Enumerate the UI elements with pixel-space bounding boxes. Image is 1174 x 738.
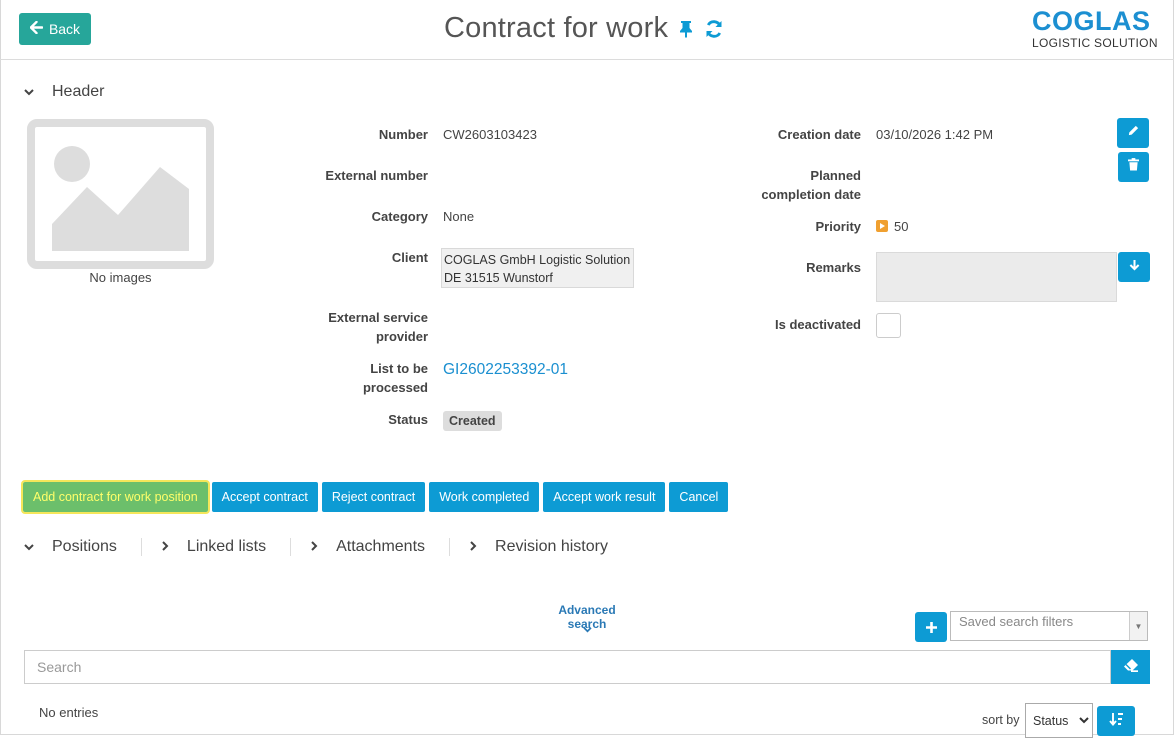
back-button-label: Back (48, 21, 81, 37)
category-value: None (443, 209, 475, 224)
planned-completion-date-label: Planned completion date (730, 166, 861, 204)
add-search-filter-button[interactable] (915, 612, 947, 642)
status-badge: Created (443, 411, 502, 431)
tab-revision-history-label: Revision history (495, 538, 608, 555)
tab-attachments[interactable]: Attachments (290, 538, 449, 556)
tab-linked-lists[interactable]: Linked lists (140, 538, 290, 556)
plus-icon (925, 614, 938, 640)
chevron-down-icon[interactable] (583, 625, 592, 636)
client-line-2: DE 31515 Wunstorf (444, 271, 553, 285)
clear-search-button[interactable] (1111, 650, 1150, 684)
search-input[interactable] (24, 650, 1111, 684)
priority-value: 50 (894, 219, 909, 234)
no-images-text: No images (89, 270, 152, 285)
tab-positions-label: Positions (52, 538, 117, 555)
chevron-right-icon (310, 540, 318, 554)
header-section-toggle[interactable]: Header (24, 83, 104, 101)
tab-attachments-label: Attachments (336, 538, 426, 555)
reject-contract-button[interactable]: Reject contract (321, 482, 426, 512)
creation-date-label: Creation date (777, 127, 861, 142)
image-icon (52, 146, 189, 251)
page-title: Contract for work (444, 12, 669, 44)
is-deactivated-checkbox[interactable] (876, 313, 901, 338)
sort-by-select[interactable]: Status (1025, 703, 1093, 738)
tab-positions[interactable]: Positions (24, 538, 141, 556)
saved-search-filters-placeholder: Saved search filters (959, 614, 1074, 629)
client-line-1: COGLAS GmbH Logistic Solution (444, 253, 631, 267)
esp-label-line-2: provider (375, 329, 428, 344)
section-tabs: Positions Linked lists Attachments Revis… (24, 538, 632, 556)
remarks-field[interactable] (876, 252, 1117, 302)
tab-linked-lists-label: Linked lists (186, 538, 267, 555)
is-deactivated-label: Is deactivated (775, 317, 861, 332)
eraser-icon (1123, 658, 1139, 677)
list-label-line-2: processed (362, 380, 428, 395)
dropdown-arrow-icon: ▼ (1129, 612, 1147, 640)
chevron-down-icon (24, 540, 34, 554)
cancel-button[interactable]: Cancel (669, 482, 729, 512)
planned-label-line-1: Planned (810, 168, 861, 183)
esp-label-line-1: External service (328, 310, 428, 325)
chevron-right-icon (161, 540, 169, 554)
arrow-left-icon (29, 20, 44, 37)
list-to-be-processed-link[interactable]: GI2602253392-01 (443, 361, 568, 379)
client-label: Client (391, 250, 428, 265)
back-button[interactable]: Back (19, 13, 91, 45)
logo-main-text: COGLAS (1032, 6, 1151, 36)
pin-icon[interactable] (678, 20, 694, 38)
remarks-label: Remarks (806, 260, 861, 275)
delete-button[interactable] (1118, 152, 1149, 182)
work-completed-button[interactable]: Work completed (429, 482, 540, 512)
pencil-icon (1127, 124, 1140, 142)
client-address: COGLAS GmbH Logistic Solution DE 31515 W… (441, 248, 634, 288)
list-to-be-processed-label: List to be processed (300, 359, 428, 397)
arrow-down-icon (1129, 258, 1140, 276)
accept-work-result-button[interactable]: Accept work result (543, 482, 666, 512)
action-bar: Add contract for work position Accept co… (21, 480, 729, 514)
external-service-provider-label: External service provider (300, 308, 428, 346)
image-placeholder (27, 119, 214, 269)
refresh-icon[interactable] (704, 19, 724, 39)
chevron-right-icon (469, 540, 477, 554)
creation-date-value: 03/10/2026 1:42 PM (876, 127, 994, 142)
trash-icon (1128, 158, 1139, 176)
planned-label-line-2: completion date (761, 187, 861, 202)
sort-icon (1108, 712, 1124, 731)
number-label: Number (378, 127, 428, 142)
status-label: Status (388, 412, 428, 427)
top-bar: Back Contract for work COGLAS LOGISTIC S… (0, 0, 1174, 60)
priority-icon (876, 220, 888, 232)
header-section-label: Header (52, 83, 105, 100)
list-label-line-1: List to be (370, 361, 428, 376)
coglas-logo: COGLAS LOGISTIC SOLUTION (1032, 7, 1158, 50)
title-group: Contract for work (444, 12, 724, 45)
chevron-down-icon (24, 85, 34, 99)
add-contract-position-button[interactable]: Add contract for work position (21, 480, 210, 514)
logo-sub-text: LOGISTIC SOLUTION (1032, 36, 1158, 50)
no-entries-text: No entries (39, 705, 99, 720)
sort-by-label: sort by (982, 713, 1020, 727)
category-label: Category (371, 209, 428, 224)
priority-label: Priority (815, 219, 861, 234)
saved-search-filters-select[interactable]: Saved search filters ▼ (950, 611, 1148, 641)
sort-direction-button[interactable] (1097, 706, 1135, 736)
number-value: CW2603103423 (443, 127, 537, 142)
remarks-expand-button[interactable] (1118, 252, 1150, 282)
accept-contract-button[interactable]: Accept contract (211, 482, 318, 512)
external-number-label: External number (325, 168, 428, 183)
tab-revision-history[interactable]: Revision history (449, 538, 632, 556)
edit-button[interactable] (1117, 118, 1149, 148)
